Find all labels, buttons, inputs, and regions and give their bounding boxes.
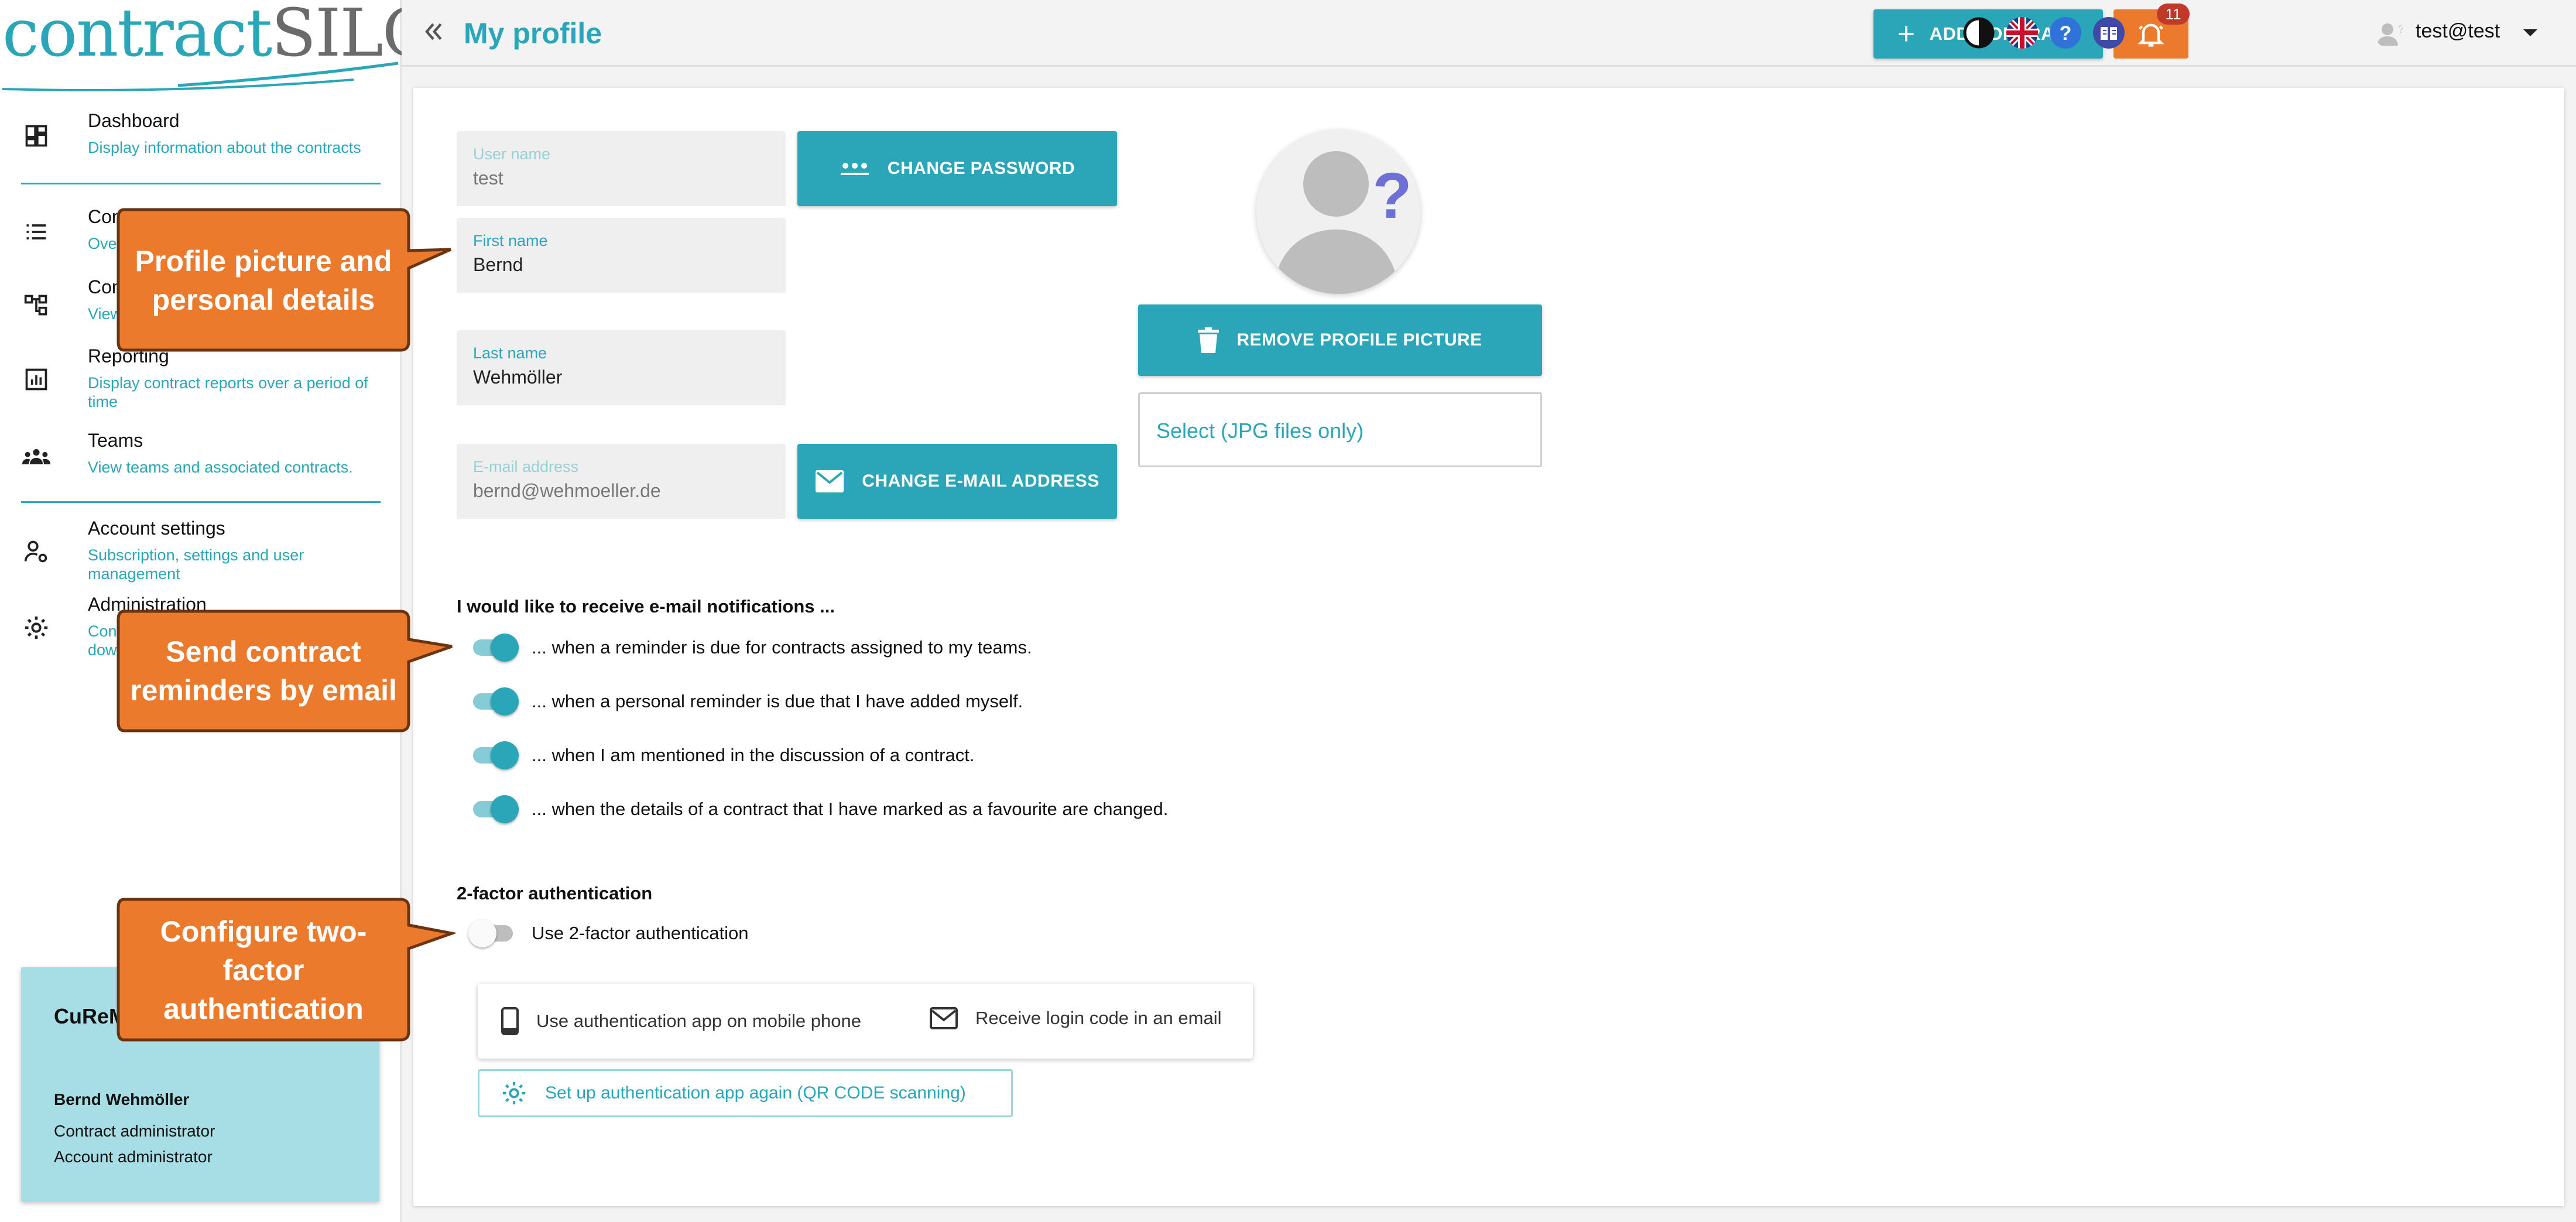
change-password-label: CHANGE PASSWORD [887,159,1075,178]
toggle-label: Use 2-factor authentication [532,923,749,943]
password-dots-icon [840,160,870,177]
twofa-option-email[interactable]: Receive login code in an email [930,1007,1221,1029]
top-bar: My profile + ADD CONTRACT 11 ? ? test@te… [402,0,2576,67]
toggle-label: ... when a personal reminder is due that… [532,691,1023,711]
notifications-title: I would like to receive e-mail notificat… [457,596,835,617]
sidebar-item-subtitle: Display contract reports over a period o… [88,374,368,410]
sidebar-item-label: Dashboard [88,110,180,131]
change-email-label: CHANGE E-MAIL ADDRESS [862,471,1099,491]
list-icon [20,215,53,248]
sidebar-item-teams[interactable]: Teams View teams and associated contract… [0,430,402,494]
contrast-icon[interactable] [1962,16,1995,49]
account-user-name: Bernd Wehmöller [54,1090,190,1108]
toggle-knob [491,795,519,823]
sidebar-item-label: Teams [88,430,143,451]
manual-icon[interactable] [2092,16,2125,49]
file-select-label: Select (JPG files only) [1156,419,1364,443]
twofa-title: 2-factor authentication [457,883,653,903]
mail-outline-icon [930,1007,958,1029]
teams-icon [20,440,53,473]
logo-swoosh [2,61,398,91]
notification-badge: 11 [2157,4,2190,25]
setup-auth-app-button[interactable]: Set up authentication app again (QR CODE… [478,1069,1013,1117]
bell-icon [2137,23,2164,47]
nav-divider [21,183,381,184]
default-avatar-icon: ? [1274,151,1412,294]
twofa-options: Use authentication app on mobile phone R… [478,984,1253,1059]
twofa-option-app-label: Use authentication app on mobile phone [536,1011,861,1031]
field-value: bernd@wehmoeller.de [473,480,661,501]
app-logo[interactable]: contractSILO [2,0,436,91]
page-title: My profile [464,17,602,50]
mail-icon [815,470,844,493]
field-label: E-mail address [473,458,579,475]
callout-twofa: Configure two-factor authentication [116,897,455,1042]
callout-profile: Profile picture and personal details [116,207,455,352]
toggle-knob [468,919,496,947]
callout-text: Profile picture and personal details [135,245,392,316]
svg-text:?: ? [1372,160,1412,232]
remove-profile-picture-button[interactable]: REMOVE PROFILE PICTURE [1138,304,1542,376]
setup-auth-app-label: Set up authentication app again (QR CODE… [545,1083,966,1103]
field-label: Last name [473,344,547,362]
gear-icon [501,1080,527,1107]
gear-icon [20,611,53,644]
sidebar-item-account-settings[interactable]: Account settings Subscription, settings … [0,518,402,583]
sidebar-item-subtitle: View teams and associated contracts. [88,458,353,476]
collapse-sidebar-icon[interactable] [417,15,450,48]
plus-icon: + [1897,17,1916,51]
help-icon[interactable]: ? [2049,16,2082,49]
field-label: User name [473,145,551,163]
user-settings-icon [20,535,53,568]
username-field: User name test [457,131,786,206]
chevron-down-icon[interactable] [2523,29,2537,36]
field-value: test [473,167,503,189]
callout-text: Configure two-factor authentication [160,915,367,1025]
report-icon [20,363,53,396]
user-avatar-icon[interactable]: ? [2375,19,2404,48]
toggle-knob [491,687,519,716]
email-field: E-mail address bernd@wehmoeller.de [457,444,786,519]
account-role: Contract administrator [54,1122,215,1140]
svg-text:?: ? [2060,22,2072,45]
field-value: Bernd [473,254,523,275]
twofa-option-email-label: Receive login code in an email [975,1008,1222,1028]
profile-picture[interactable]: ? [1256,130,1420,294]
field-value: Wehmöller [473,367,563,388]
last-name-field[interactable]: Last name Wehmöller [457,330,786,405]
field-label: First name [473,232,548,249]
first-name-field[interactable]: First name Bernd [457,218,786,293]
dashboard-icon [20,119,53,152]
hierarchy-icon [20,289,53,322]
callout-text: Send contract reminders by email [130,635,397,707]
trash-icon [1198,327,1220,353]
sidebar-item-reporting[interactable]: Reporting Display contract reports over … [0,345,402,410]
account-role: Account administrator [54,1148,213,1166]
toggle-knob [491,634,519,662]
toggle-label: ... when the details of a contract that … [532,799,1169,819]
callout-reminders: Send contract reminders by email [116,609,455,733]
change-email-button[interactable]: CHANGE E-MAIL ADDRESS [797,444,1117,519]
picture-file-select[interactable]: Select (JPG files only) [1138,392,1542,467]
toggle-knob [491,741,519,769]
toggle-label: ... when I am mentioned in the discussio… [532,745,975,765]
sidebar-item-label: Account settings [88,518,225,539]
change-password-button[interactable]: CHANGE PASSWORD [797,131,1117,206]
user-menu-label[interactable]: test@test [2416,20,2500,43]
sidebar-item-dashboard[interactable]: Dashboard Display information about the … [0,109,402,173]
sidebar-item-subtitle: Subscription, settings and user manageme… [88,546,304,583]
nav-divider [21,501,381,503]
uk-flag-icon[interactable] [2006,16,2039,49]
svg-text:?: ? [2398,23,2404,35]
twofa-option-app[interactable]: Use authentication app on mobile phone [501,1007,861,1035]
sidebar-item-subtitle: Display information about the contracts [88,139,361,156]
toggle-label: ... when a reminder is due for contracts… [532,637,1032,658]
mobile-phone-icon [501,1007,519,1035]
remove-picture-label: REMOVE PROFILE PICTURE [1236,330,1482,350]
